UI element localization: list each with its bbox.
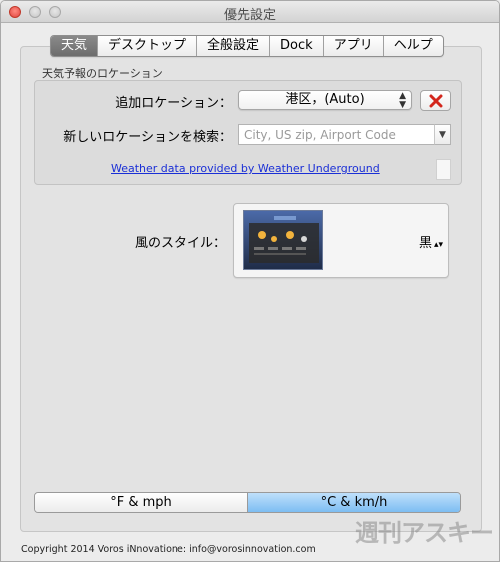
tab-desktop[interactable]: デスクトップ — [98, 36, 198, 56]
style-popup[interactable]: 黒 ▴▾ — [233, 203, 449, 278]
style-value-text: 黒 — [418, 236, 432, 251]
tab-bar: 天気 デスクトップ 全般設定 Dock アプリ ヘルプ — [50, 35, 444, 57]
contact-email: e: info@vorosinnovation.com — [177, 544, 316, 555]
tab-help[interactable]: ヘルプ — [384, 36, 443, 56]
add-location-label: 追加ロケーション： — [115, 96, 232, 111]
units-imperial-segment[interactable]: °F & mph — [35, 493, 247, 512]
search-dropdown-button[interactable]: ▼ — [434, 124, 451, 145]
tab-general[interactable]: 全般設定 — [197, 36, 271, 56]
popup-arrows-icon: ▴▾ — [433, 240, 443, 250]
window-title: 優先設定 — [223, 8, 276, 23]
tab-weather[interactable]: 天気 — [51, 36, 99, 56]
popup-arrows-icon: ▲ ▼ — [399, 91, 406, 110]
style-label: 風のスタイル： — [135, 236, 227, 251]
location-group-title: 天気予報のロケーション — [42, 67, 163, 80]
weather-underground-link[interactable]: Weather data provided by Weather Undergr… — [111, 162, 380, 175]
watermark-logo: 週刊アスキー — [355, 519, 494, 547]
add-location-value: 港区，(Auto) — [285, 92, 365, 107]
blank-square-control[interactable] — [436, 159, 451, 180]
tab-apps[interactable]: アプリ — [324, 36, 384, 56]
units-segmented-control: °F & mph °C & km/h — [34, 492, 461, 513]
remove-location-button[interactable] — [420, 90, 451, 111]
units-metric-segment[interactable]: °C & km/h — [247, 493, 460, 512]
search-location-label: 新しいロケーションを検索： — [63, 130, 232, 145]
add-location-popup[interactable]: 港区，(Auto) ▲ ▼ — [238, 90, 412, 110]
style-value: 黒 ▴▾ — [419, 232, 443, 251]
title-bar: 優先設定 — [1, 1, 499, 23]
chevron-down-icon: ▼ — [439, 129, 446, 140]
style-preview-image — [243, 210, 323, 270]
search-location-input[interactable] — [238, 124, 435, 145]
copyright-text: Copyright 2014 Voros iNnovation — [21, 544, 178, 555]
tab-dock[interactable]: Dock — [270, 36, 324, 56]
red-x-icon — [429, 94, 442, 107]
preferences-window: 優先設定 天気 デスクトップ 全般設定 Dock アプリ ヘルプ 天気予報のロケ… — [0, 0, 500, 562]
